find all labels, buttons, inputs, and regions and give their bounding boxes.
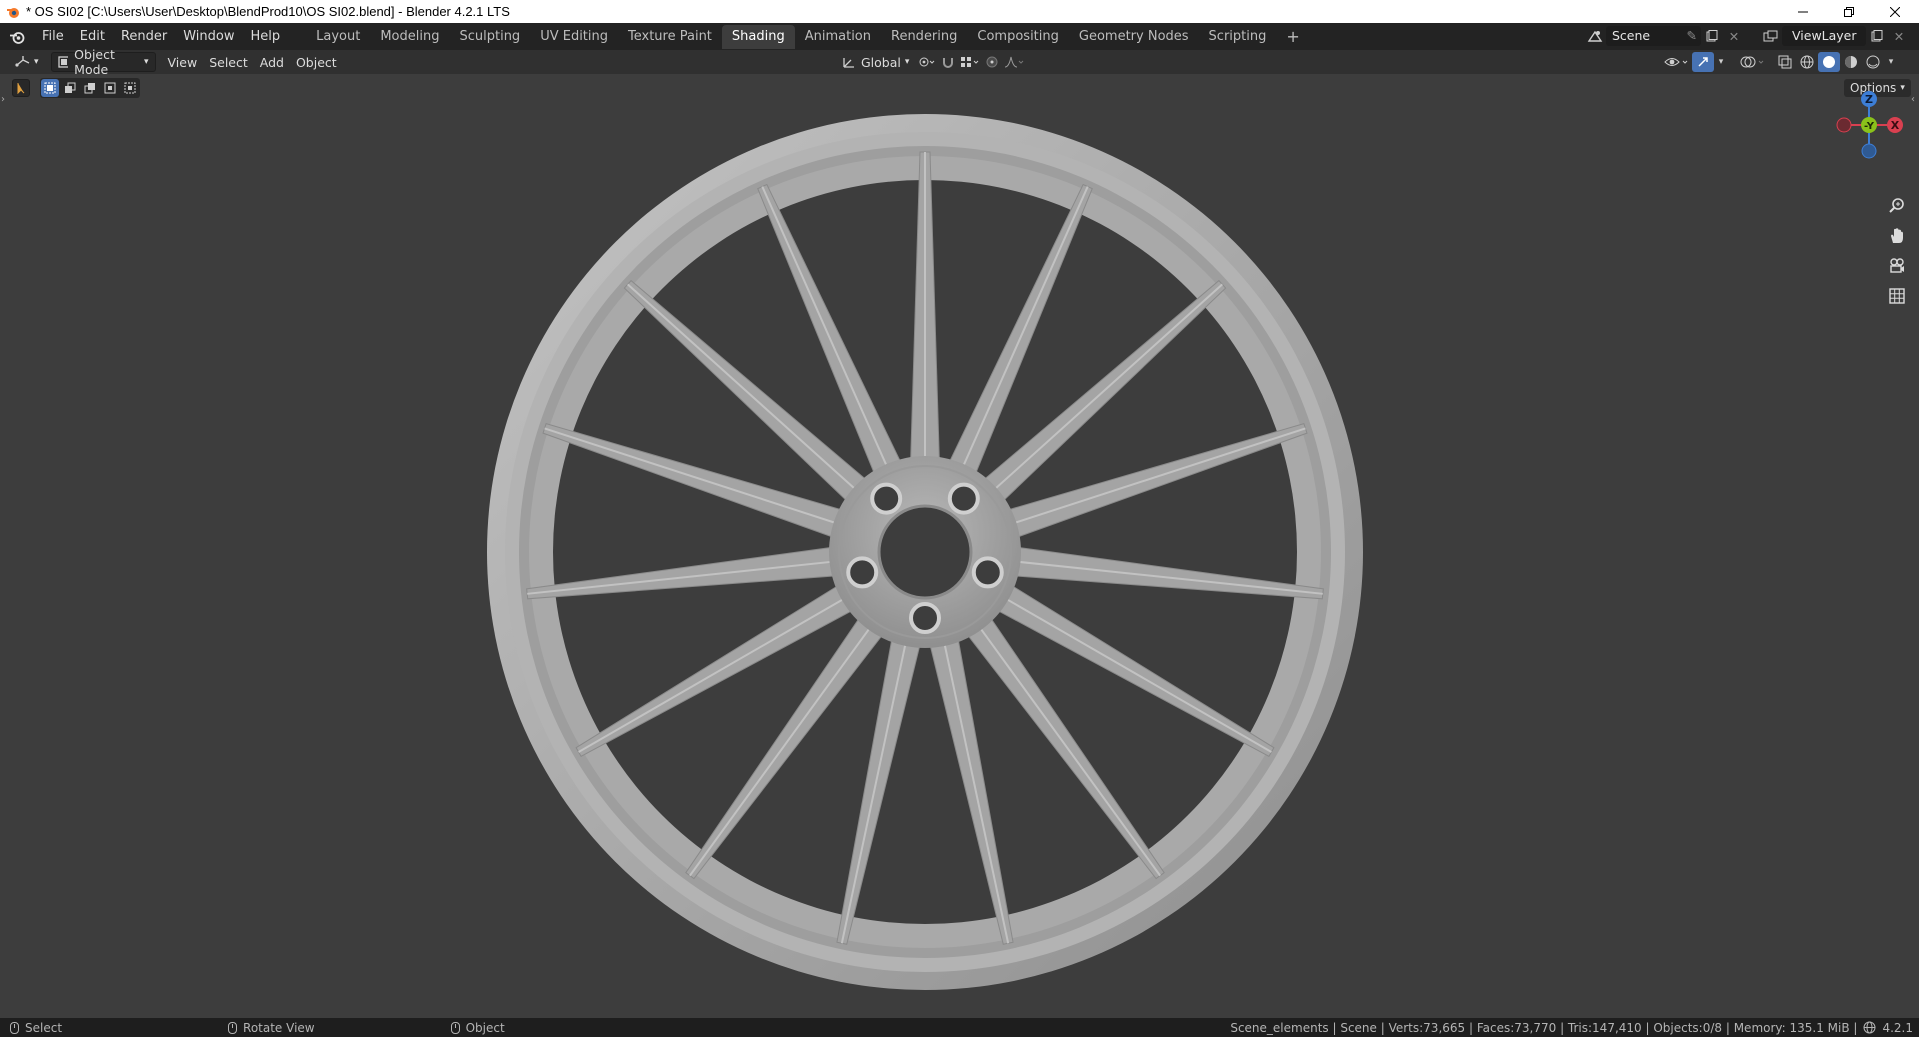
object-mode-icon [57,56,69,68]
scene-icon[interactable] [1584,26,1606,46]
tab-shading[interactable]: Shading [721,24,795,49]
menu-edit[interactable]: Edit [72,26,113,48]
xray-toggle-icon[interactable] [1774,52,1796,72]
snap-toggle-icon[interactable] [937,52,959,72]
chevron-down-icon: ▾ [34,57,39,67]
restore-button[interactable] [1826,0,1872,23]
top-bar: File Edit Render Window Help Layout Mode… [0,23,1919,50]
3d-viewport[interactable]: › ‹ Options ▾ Z X -Y [0,74,1919,1018]
mouse-right-icon [450,1021,460,1034]
menu-object[interactable]: Object [290,52,343,72]
globe-icon [1863,1021,1876,1034]
status-object: Object [441,1021,505,1035]
material-preview-shading-icon[interactable] [1840,52,1862,72]
menu-view[interactable]: View [162,52,204,72]
scene-statistics: Scene_elements | Scene | Verts:73,665 | … [1230,1020,1858,1035]
blender-logo-icon [7,7,19,18]
new-view-layer-icon[interactable] [1866,26,1888,46]
scene-name: Scene [1612,28,1651,43]
view-layer-icon[interactable] [1760,26,1782,46]
restore-icon [1844,6,1854,17]
status-select: Select [0,1021,62,1035]
minimize-icon [1798,11,1808,12]
menu-file[interactable]: File [34,26,72,48]
tab-compositing[interactable]: Compositing [967,25,1069,49]
viewport-header: ▾ Object Mode ▾ View Select Add Object G… [0,47,1919,77]
menu-window[interactable]: Window [175,26,242,48]
orientation-label: Global [861,54,901,70]
close-window-button[interactable] [1872,0,1918,23]
close-icon [1890,6,1900,17]
lug-hole [947,482,980,515]
chevron-down-icon[interactable]: ▾ [1884,52,1898,72]
blender-logo-icon [10,31,25,44]
transform-orientation-select[interactable]: Global ▾ [836,52,915,72]
tab-rendering[interactable]: Rendering [881,25,967,49]
tab-sculpting[interactable]: Sculpting [449,25,530,49]
overlays-icon[interactable] [1738,52,1768,72]
solid-shading-icon[interactable] [1818,52,1840,72]
tab-layout[interactable]: Layout [306,25,370,49]
view-layer-field[interactable]: ViewLayer [1782,26,1866,46]
menu-select[interactable]: Select [203,52,254,72]
mouse-middle-icon [228,1021,238,1034]
add-workspace-button[interactable]: + [1276,25,1309,49]
tab-scripting[interactable]: Scripting [1199,25,1277,49]
wireframe-shading-icon[interactable] [1796,52,1818,72]
status-rotate-label: Rotate View [243,1020,315,1035]
status-object-label: Object [465,1020,505,1035]
wheel-model[interactable] [0,74,1919,1018]
tab-animation[interactable]: Animation [795,25,881,49]
view-layer-name: ViewLayer [1792,28,1857,43]
minimize-button[interactable] [1780,0,1826,23]
proportional-edit-icon[interactable] [981,52,1003,72]
falloff-icon[interactable] [1003,52,1025,72]
mode-label: Object Mode [74,47,115,77]
chevron-down-icon: ▾ [904,57,910,67]
lug-hole [909,602,941,634]
tab-uv-editing[interactable]: UV Editing [530,25,618,49]
pin-icon[interactable]: ✎ [1687,26,1697,46]
menu-help[interactable]: Help [243,26,289,48]
visibility-icon[interactable] [1662,52,1692,72]
status-select-label: Select [25,1020,63,1035]
rendered-shading-icon[interactable] [1862,52,1884,72]
tab-modeling[interactable]: Modeling [370,25,449,49]
new-scene-icon[interactable] [1701,26,1723,46]
blender-menu-button[interactable] [0,23,34,50]
3d-viewport-icon [15,56,30,67]
status-rotate: Rotate View [218,1021,315,1035]
menu-render[interactable]: Render [113,26,175,48]
chevron-down-icon: ▾ [144,57,149,67]
center-bore [877,504,973,600]
chevron-down-icon[interactable]: ▾ [1714,52,1728,72]
orientation-icon [843,58,854,68]
plus-icon: + [1286,26,1300,46]
remove-view-layer-icon[interactable]: ✕ [1888,26,1910,46]
editor-type-button[interactable]: ▾ [8,52,45,72]
tab-geometry-nodes[interactable]: Geometry Nodes [1069,25,1199,49]
mouse-left-icon [10,1021,19,1034]
menu-add[interactable]: Add [254,52,290,72]
snap-target-icon[interactable] [959,52,981,72]
tab-texture-paint[interactable]: Texture Paint [618,25,722,49]
status-bar: Select Rotate View Object Scene_elements… [0,1018,1919,1037]
window-titlebar: * OS SI02 [C:\Users\User\Desktop\BlendPr… [0,0,1919,23]
lug-hole [971,556,1004,589]
version-label: 4.2.1 [1882,1020,1913,1035]
gizmo-toggle-icon[interactable] [1692,52,1714,72]
pivot-point-icon[interactable] [915,52,937,72]
window-title: * OS SI02 [C:\Users\User\Desktop\BlendPr… [26,4,510,19]
lug-hole [870,482,903,515]
lug-hole [846,556,879,589]
remove-scene-icon[interactable]: ✕ [1723,26,1745,46]
mode-select[interactable]: Object Mode ▾ [50,47,156,77]
scene-name-field[interactable]: Scene ✎ [1606,26,1701,46]
